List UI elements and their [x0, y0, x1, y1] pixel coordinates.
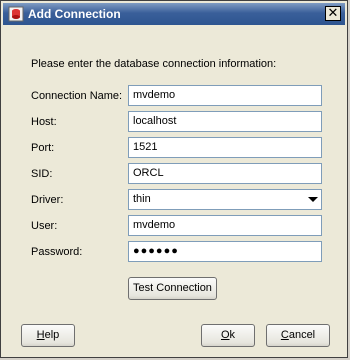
driver-label: Driver:	[31, 194, 64, 206]
user-label: User:	[31, 220, 58, 232]
cancel-mnemonic: C	[280, 329, 289, 341]
dialog-body: Please enter the database connection inf…	[3, 26, 345, 355]
host-label: Host:	[31, 116, 57, 128]
sid-label: SID:	[31, 168, 53, 180]
title-bar[interactable]: Add Connection ✕	[3, 3, 345, 25]
password-input[interactable]: ●●●●●●	[128, 241, 322, 262]
driver-selected-value: thin	[133, 193, 151, 205]
host-input[interactable]: localhost	[128, 111, 322, 132]
help-mnemonic: H	[36, 329, 45, 341]
password-label: Password:	[31, 246, 83, 258]
cancel-button[interactable]: Cancel	[266, 324, 330, 347]
connection-name-label: Connection Name:	[31, 90, 123, 102]
triangle-down-icon[interactable]	[305, 190, 321, 209]
help-button[interactable]: Help	[21, 324, 75, 347]
dialog-window: Add Connection ✕ Please enter the databa…	[0, 0, 348, 358]
port-label: Port:	[31, 142, 55, 154]
help-label-rest: elp	[44, 329, 60, 341]
user-input[interactable]: mvdemo	[128, 215, 322, 236]
close-icon: ✕	[327, 5, 339, 20]
ok-mnemonic: O	[220, 329, 230, 341]
ok-button[interactable]: Ok	[201, 324, 255, 347]
sid-input[interactable]: ORCL	[128, 163, 322, 184]
close-button[interactable]: ✕	[325, 6, 341, 21]
driver-select[interactable]: thin	[128, 189, 322, 210]
cancel-label-rest: ancel	[288, 329, 316, 341]
database-icon	[8, 6, 24, 22]
ok-label-rest: k	[229, 329, 236, 341]
window-title: Add Connection	[28, 7, 121, 21]
connection-name-input[interactable]: mvdemo	[128, 85, 322, 106]
port-input[interactable]: 1521	[128, 137, 322, 158]
intro-text: Please enter the database connection inf…	[31, 58, 277, 70]
test-connection-button[interactable]: Test Connection	[128, 277, 217, 300]
